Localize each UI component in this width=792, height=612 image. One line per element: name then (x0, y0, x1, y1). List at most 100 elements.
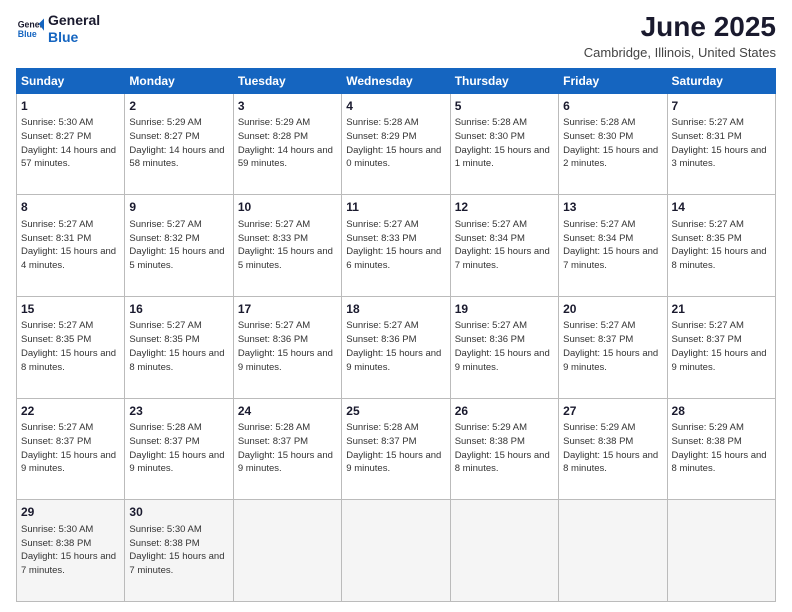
daylight-text: Daylight: 15 hours and 8 minutes. (129, 348, 224, 373)
calendar-cell (559, 500, 667, 602)
daylight-text: Daylight: 14 hours and 57 minutes. (21, 145, 116, 170)
daylight-text: Daylight: 15 hours and 8 minutes. (563, 450, 658, 475)
sunset-text: Sunset: 8:38 PM (672, 436, 742, 447)
calendar-cell: 20 Sunrise: 5:27 AM Sunset: 8:37 PM Dayligh… (559, 297, 667, 399)
sunset-text: Sunset: 8:34 PM (455, 233, 525, 244)
weekday-header-sunday: Sunday (17, 68, 125, 93)
calendar-cell: 15Sunrise: 5:27 AMSunset: 8:35 PMDayligh… (17, 297, 125, 399)
sunset-text: Sunset: 8:34 PM (563, 233, 633, 244)
daylight-text: Daylight: 14 hours and 59 minutes. (238, 145, 333, 170)
daylight-text: Daylight: 15 hours and 5 minutes. (238, 246, 333, 271)
week-row-2: 8Sunrise: 5:27 AMSunset: 8:31 PMDaylight… (17, 195, 776, 297)
sunrise-text: Sunrise: 5:29 AM (455, 422, 527, 433)
title-block: June 2025 Cambridge, Illinois, United St… (584, 12, 776, 60)
location: Cambridge, Illinois, United States (584, 45, 776, 60)
daylight-text: Daylight: 15 hours and 9 minutes. (455, 348, 550, 373)
week-row-4: 22Sunrise: 5:27 AMSunset: 8:37 PMDayligh… (17, 398, 776, 500)
sunrise-text: Sunrise: 5:27 AM (455, 219, 527, 230)
sunrise-text: Sunrise: 5:29 AM (672, 422, 744, 433)
sunrise-text: Sunrise: 5:27 AM (563, 219, 635, 230)
sunrise-text: Sunrise: 5:29 AM (238, 117, 310, 128)
calendar-cell: 9Sunrise: 5:27 AMSunset: 8:32 PMDaylight… (125, 195, 233, 297)
calendar-cell: 7Sunrise: 5:27 AMSunset: 8:31 PMDaylight… (667, 93, 775, 195)
week-row-3: 15Sunrise: 5:27 AMSunset: 8:35 PMDayligh… (17, 297, 776, 399)
sunset-text: Sunset: 8:27 PM (21, 131, 91, 142)
day-number: 17 (238, 301, 337, 318)
sunrise-text: Sunrise: 5:27 AM (21, 219, 93, 230)
week-row-1: 1Sunrise: 5:30 AMSunset: 8:27 PMDaylight… (17, 93, 776, 195)
sunrise-text: Sunrise: 5:28 AM (455, 117, 527, 128)
sunrise-text: Sunrise: 5:27 AM (455, 320, 527, 331)
day-number: 13 (563, 199, 662, 216)
calendar-cell: 24Sunrise: 5:28 AMSunset: 8:37 PMDayligh… (233, 398, 341, 500)
calendar-table: SundayMondayTuesdayWednesdayThursdayFrid… (16, 68, 776, 602)
daylight-text: Daylight: 15 hours and 2 minutes. (563, 145, 658, 170)
calendar-cell (450, 500, 558, 602)
sunset-text: Sunset: 8:36 PM (346, 334, 416, 345)
sunset-text: Sunset: 8:37 PM (346, 436, 416, 447)
sunset-text: Sunset: 8:36 PM (455, 334, 525, 345)
sunset-text: Sunset: 8:35 PM (672, 233, 742, 244)
sunset-text: Sunset: 8:38 PM (563, 436, 633, 447)
daylight-text: Daylight: 15 hours and 7 minutes. (563, 246, 658, 271)
sunrise-text: Sunrise: 5:28 AM (346, 422, 418, 433)
day-number: 19 (455, 301, 554, 318)
daylight-text: Daylight: 15 hours and 9 minutes. (563, 348, 658, 373)
calendar-cell: 23Sunrise: 5:28 AMSunset: 8:37 PMDayligh… (125, 398, 233, 500)
daylight-text: Daylight: 15 hours and 5 minutes. (129, 246, 224, 271)
calendar-cell (342, 500, 450, 602)
daylight-text: Daylight: 15 hours and 7 minutes. (129, 551, 224, 576)
day-number: 6 (563, 98, 662, 115)
calendar-cell: 6Sunrise: 5:28 AMSunset: 8:30 PMDaylight… (559, 93, 667, 195)
calendar-cell: 11Sunrise: 5:27 AMSunset: 8:33 PMDayligh… (342, 195, 450, 297)
logo-general: General (48, 12, 100, 29)
daylight-text: Daylight: 15 hours and 8 minutes. (455, 450, 550, 475)
sunrise-text: Sunrise: 5:27 AM (563, 320, 635, 331)
sunrise-text: Sunrise: 5:28 AM (129, 422, 201, 433)
sunrise-text: Sunrise: 5:29 AM (129, 117, 201, 128)
weekday-header-wednesday: Wednesday (342, 68, 450, 93)
weekday-header-saturday: Saturday (667, 68, 775, 93)
weekday-header-tuesday: Tuesday (233, 68, 341, 93)
calendar-cell: 17Sunrise: 5:27 AMSunset: 8:36 PMDayligh… (233, 297, 341, 399)
calendar-cell: 28Sunrise: 5:29 AMSunset: 8:38 PMDayligh… (667, 398, 775, 500)
sunset-text: Sunset: 8:38 PM (129, 538, 199, 549)
day-number: 29 (21, 504, 120, 521)
logo-blue: Blue (48, 29, 100, 46)
sunrise-text: Sunrise: 5:27 AM (21, 320, 93, 331)
sunset-text: Sunset: 8:30 PM (455, 131, 525, 142)
daylight-text: Daylight: 15 hours and 8 minutes. (21, 348, 116, 373)
sunset-text: Sunset: 8:35 PM (129, 334, 199, 345)
daylight-text: Daylight: 15 hours and 9 minutes. (21, 450, 116, 475)
calendar-cell: 27Sunrise: 5:29 AMSunset: 8:38 PMDayligh… (559, 398, 667, 500)
weekday-header-thursday: Thursday (450, 68, 558, 93)
day-number: 16 (129, 301, 228, 318)
daylight-text: Daylight: 15 hours and 3 minutes. (672, 145, 767, 170)
sunrise-text: Sunrise: 5:27 AM (129, 320, 201, 331)
sunrise-text: Sunrise: 5:30 AM (129, 524, 201, 535)
sunset-text: Sunset: 8:37 PM (563, 334, 633, 345)
weekday-header-friday: Friday (559, 68, 667, 93)
daylight-text: Daylight: 15 hours and 9 minutes. (346, 348, 441, 373)
day-number: 18 (346, 301, 445, 318)
calendar-cell: 21Sunrise: 5:27 AMSunset: 8:37 PMDayligh… (667, 297, 775, 399)
daylight-text: Daylight: 15 hours and 9 minutes. (672, 348, 767, 373)
daylight-text: Daylight: 14 hours and 58 minutes. (129, 145, 224, 170)
calendar-cell: 29Sunrise: 5:30 AMSunset: 8:38 PMDayligh… (17, 500, 125, 602)
sunrise-text: Sunrise: 5:27 AM (21, 422, 93, 433)
sunset-text: Sunset: 8:33 PM (346, 233, 416, 244)
day-number: 9 (129, 199, 228, 216)
sunset-text: Sunset: 8:37 PM (238, 436, 308, 447)
calendar-cell: 1Sunrise: 5:30 AMSunset: 8:27 PMDaylight… (17, 93, 125, 195)
calendar-cell: 14Sunrise: 5:27 AMSunset: 8:35 PMDayligh… (667, 195, 775, 297)
sunset-text: Sunset: 8:28 PM (238, 131, 308, 142)
calendar-cell: 4Sunrise: 5:28 AMSunset: 8:29 PMDaylight… (342, 93, 450, 195)
day-number: 20 (563, 301, 662, 318)
header: General Blue General Blue June 2025 Camb… (16, 12, 776, 60)
sunrise-text: Sunrise: 5:28 AM (563, 117, 635, 128)
daylight-text: Daylight: 15 hours and 1 minute. (455, 145, 550, 170)
daylight-text: Daylight: 15 hours and 9 minutes. (129, 450, 224, 475)
daylight-text: Daylight: 15 hours and 4 minutes. (21, 246, 116, 271)
day-number: 24 (238, 403, 337, 420)
weekday-header-monday: Monday (125, 68, 233, 93)
